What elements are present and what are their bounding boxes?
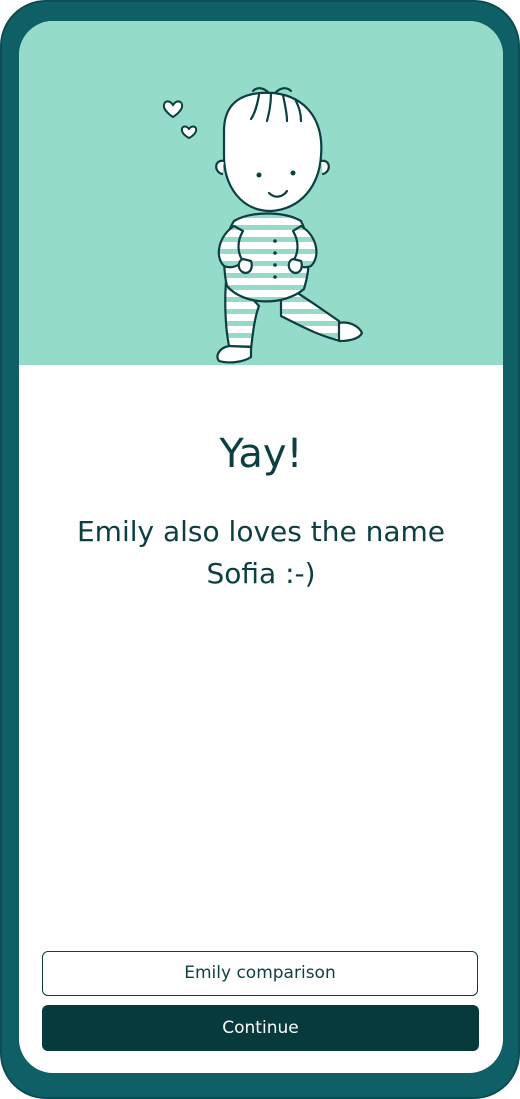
app-screen: Yay! Emily also loves the name Sofia :-)… [19,21,503,1073]
match-message: Emily also loves the name Sofia :-) [76,515,445,590]
hero-banner [19,21,503,365]
heart-icon [162,100,184,119]
page-title: Yay! [219,431,303,477]
phone-frame: Yay! Emily also loves the name Sofia :-)… [0,0,520,1099]
heart-icon [180,125,198,140]
comparison-button[interactable]: Emily comparison [42,951,478,996]
baby-illustration [162,87,364,364]
continue-button[interactable]: Continue [42,1005,479,1051]
